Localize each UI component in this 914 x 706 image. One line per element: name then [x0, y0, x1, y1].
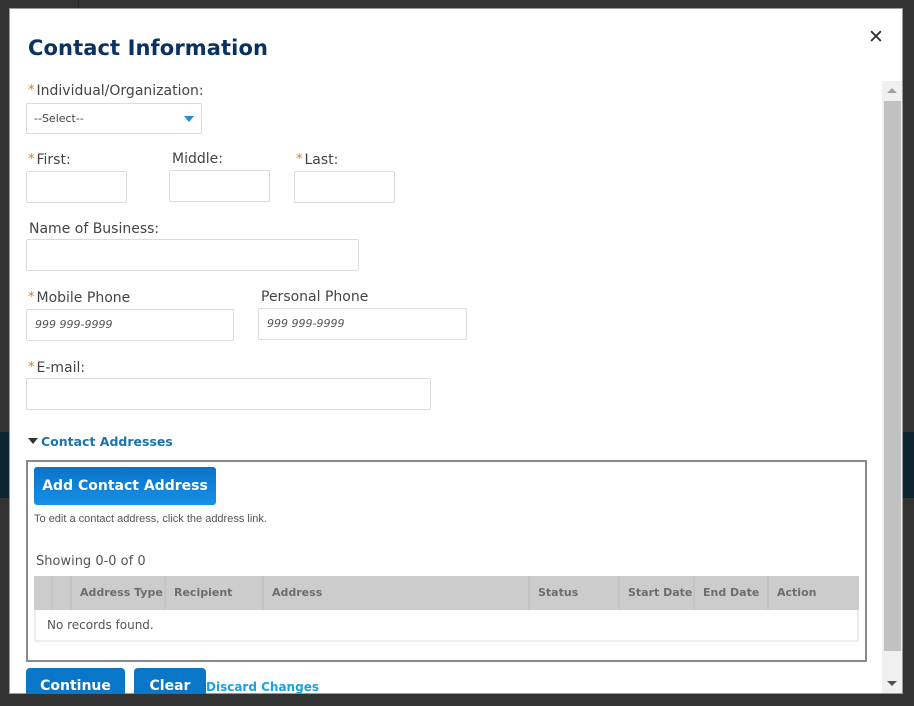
business-name-label: Name of Business: — [29, 221, 160, 237]
email-input[interactable] — [26, 378, 431, 410]
scroll-down-arrow-icon[interactable] — [882, 675, 902, 693]
personal-phone-label: Personal Phone — [261, 289, 369, 305]
personal-phone-input[interactable]: 999 999-9999 — [258, 308, 467, 340]
column-header-address-type[interactable]: Address Type — [72, 576, 166, 610]
discard-changes-link[interactable]: Discard Changes — [206, 680, 319, 694]
first-name-label: * First: — [28, 152, 71, 168]
mobile-phone-input[interactable]: 999 999-9999 — [26, 309, 234, 341]
contact-information-dialog: Contact Information ✕ * Individual/Organi… — [9, 8, 903, 694]
individual-organization-label: * Individual/Organization: — [28, 83, 204, 99]
backdrop-band-right — [903, 432, 914, 498]
business-name-input[interactable] — [26, 239, 359, 271]
last-name-input[interactable] — [294, 171, 395, 203]
table-header: Address Type Recipient Address Status St… — [34, 576, 859, 610]
edit-address-hint: To edit a contact address, click the add… — [34, 513, 267, 525]
add-contact-address-button[interactable]: Add Contact Address — [34, 467, 216, 505]
pagination-summary: Showing 0-0 of 0 — [36, 554, 146, 569]
caret-down-icon — [28, 438, 38, 444]
vertical-scrollbar[interactable] — [882, 81, 902, 693]
column-header-status[interactable]: Status — [530, 576, 620, 610]
email-label: * E-mail: — [28, 360, 86, 376]
first-name-input[interactable] — [26, 171, 127, 203]
last-name-label: * Last: — [296, 152, 339, 168]
contact-addresses-table: Address Type Recipient Address Status St… — [34, 576, 859, 642]
mobile-phone-label: * Mobile Phone — [28, 290, 131, 306]
dialog-title: Contact Information — [28, 36, 269, 60]
middle-name-input[interactable] — [169, 170, 270, 202]
individual-organization-select[interactable]: --Select-- — [26, 103, 202, 134]
backdrop-bottom — [0, 694, 914, 706]
empty-table-message: No records found. — [34, 610, 859, 642]
required-marker: * — [28, 83, 35, 98]
close-icon[interactable]: ✕ — [866, 27, 886, 47]
contact-addresses-panel: Add Contact Address To edit a contact ad… — [26, 460, 867, 662]
select-value: --Select-- — [34, 112, 84, 125]
required-marker: * — [28, 290, 35, 305]
column-header-end-date[interactable]: End Date — [695, 576, 769, 610]
scrollbar-thumb[interactable] — [884, 101, 901, 651]
column-header-blank[interactable] — [53, 576, 72, 610]
backdrop-divider — [78, 0, 79, 8]
required-marker: * — [28, 152, 35, 167]
column-header-recipient[interactable]: Recipient — [166, 576, 264, 610]
required-marker: * — [296, 152, 303, 167]
middle-name-label: Middle: — [172, 151, 223, 167]
chevron-down-icon — [184, 116, 194, 122]
scroll-up-arrow-icon[interactable] — [882, 81, 902, 101]
column-header-select[interactable] — [34, 576, 53, 610]
required-marker: * — [28, 360, 35, 375]
column-header-action[interactable]: Action — [769, 576, 859, 610]
column-header-start-date[interactable]: Start Date — [620, 576, 695, 610]
contact-addresses-toggle[interactable]: Contact Addresses — [28, 434, 173, 449]
column-header-address[interactable]: Address — [264, 576, 530, 610]
